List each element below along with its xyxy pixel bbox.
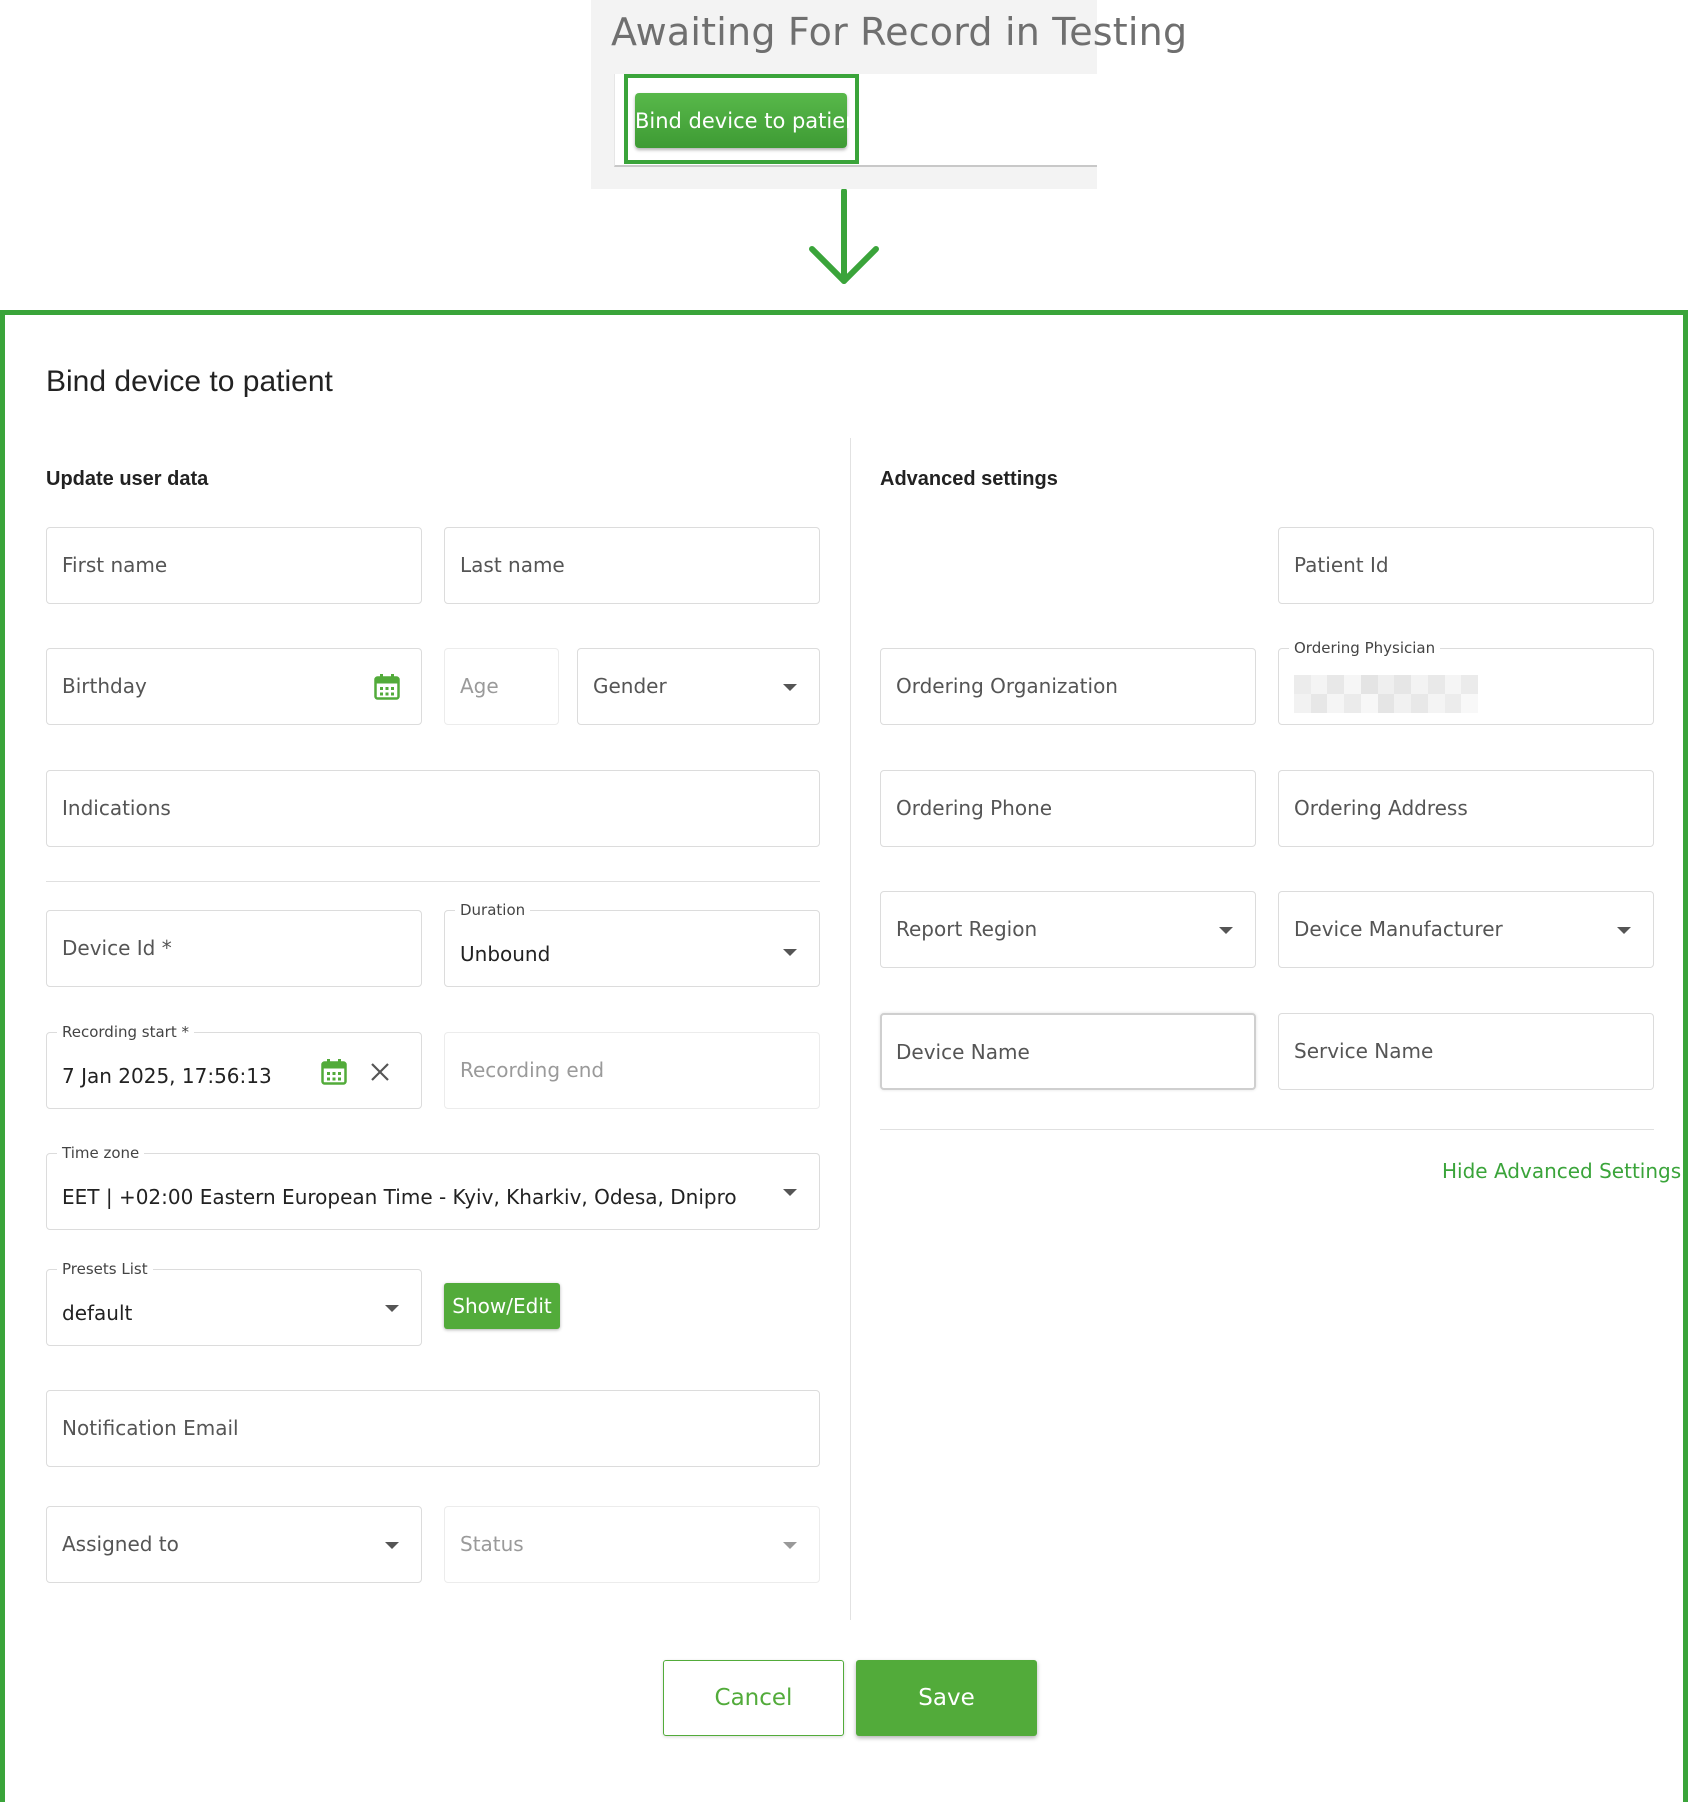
device-id-field[interactable]: Device Id * [46, 910, 422, 987]
redacted-physician-name [1294, 675, 1478, 713]
presets-list-value: default [62, 1301, 133, 1325]
chevron-down-icon [385, 1542, 399, 1549]
first-name-placeholder: First name [62, 553, 168, 577]
advanced-settings-heading: Advanced settings [880, 468, 1058, 490]
timezone-value: EET | +02:00 Eastern European Time - Kyi… [62, 1185, 737, 1209]
age-placeholder: Age [460, 674, 499, 698]
device-manufacturer-select[interactable]: Device Manufacturer [1278, 891, 1654, 968]
status-placeholder: Status [460, 1532, 524, 1556]
recording-end-placeholder: Recording end [460, 1058, 605, 1082]
indications-field[interactable]: Indications [46, 770, 820, 847]
ordering-organization-field[interactable]: Ordering Organization [880, 648, 1256, 725]
recording-start-value: 7 Jan 2025, 17:56:13 [62, 1064, 272, 1088]
patient-id-field[interactable]: Patient Id [1278, 527, 1654, 604]
assigned-to-select[interactable]: Assigned to [46, 1506, 422, 1583]
arrow-down-icon [809, 189, 879, 284]
calendar-icon[interactable] [374, 673, 400, 701]
age-field: Age [444, 648, 559, 725]
recording-start-field[interactable]: Recording start * 7 Jan 2025, 17:56:13 [46, 1022, 422, 1109]
gender-select[interactable]: Gender [577, 648, 820, 725]
section-divider [46, 881, 820, 882]
device-manufacturer-placeholder: Device Manufacturer [1294, 917, 1503, 941]
birthday-placeholder: Birthday [62, 674, 147, 698]
duration-value: Unbound [460, 942, 551, 966]
service-name-field[interactable]: Service Name [1278, 1013, 1654, 1090]
chevron-down-icon [385, 1305, 399, 1312]
last-name-field[interactable]: Last name [444, 527, 820, 604]
device-name-placeholder: Device Name [896, 1040, 1030, 1064]
cancel-button[interactable]: Cancel [663, 1660, 844, 1736]
first-name-field[interactable]: First name [46, 527, 422, 604]
report-region-placeholder: Report Region [896, 917, 1038, 941]
chevron-down-icon [783, 1542, 797, 1549]
show-edit-button[interactable]: Show/Edit [444, 1283, 560, 1329]
device-name-field[interactable]: Device Name [880, 1013, 1256, 1090]
record-status-title: Awaiting For Record in Testing [611, 10, 1188, 54]
highlight-frame [624, 74, 859, 164]
ordering-physician-field[interactable]: Ordering Physician [1278, 638, 1654, 725]
advanced-divider [880, 1129, 1654, 1130]
ordering-phone-placeholder: Ordering Phone [896, 796, 1053, 820]
column-divider [850, 438, 851, 1620]
duration-select[interactable]: Duration Unbound [444, 900, 820, 987]
status-select: Status [444, 1506, 820, 1583]
close-icon[interactable] [368, 1060, 392, 1084]
presets-list-select[interactable]: Presets List default [46, 1259, 422, 1346]
service-name-placeholder: Service Name [1294, 1039, 1434, 1063]
gender-placeholder: Gender [593, 674, 667, 698]
ordering-address-placeholder: Ordering Address [1294, 796, 1468, 820]
report-region-select[interactable]: Report Region [880, 891, 1256, 968]
ordering-phone-field[interactable]: Ordering Phone [880, 770, 1256, 847]
dialog-title: Bind device to patient [46, 365, 333, 398]
calendar-icon[interactable] [321, 1058, 347, 1086]
patient-id-placeholder: Patient Id [1294, 553, 1389, 577]
chevron-down-icon [783, 1189, 797, 1196]
chevron-down-icon [1617, 927, 1631, 934]
last-name-placeholder: Last name [460, 553, 565, 577]
chevron-down-icon [783, 949, 797, 956]
update-user-data-heading: Update user data [46, 468, 209, 490]
ordering-physician-label: Ordering Physician [1289, 638, 1441, 658]
save-button[interactable]: Save [856, 1660, 1037, 1736]
timezone-select[interactable]: Time zone EET | +02:00 Eastern European … [46, 1143, 820, 1230]
notification-email-placeholder: Notification Email [62, 1416, 239, 1440]
device-id-placeholder: Device Id * [62, 936, 172, 960]
notification-email-field[interactable]: Notification Email [46, 1390, 820, 1467]
assigned-to-placeholder: Assigned to [62, 1532, 179, 1556]
birthday-field[interactable]: Birthday [46, 648, 422, 725]
hide-advanced-settings-link[interactable]: Hide Advanced Settings [1442, 1159, 1681, 1183]
chevron-down-icon [1219, 927, 1233, 934]
ordering-address-field[interactable]: Ordering Address [1278, 770, 1654, 847]
chevron-down-icon [783, 684, 797, 691]
recording-end-field: Recording end [444, 1032, 820, 1109]
indications-placeholder: Indications [62, 796, 171, 820]
ordering-organization-placeholder: Ordering Organization [896, 674, 1118, 698]
